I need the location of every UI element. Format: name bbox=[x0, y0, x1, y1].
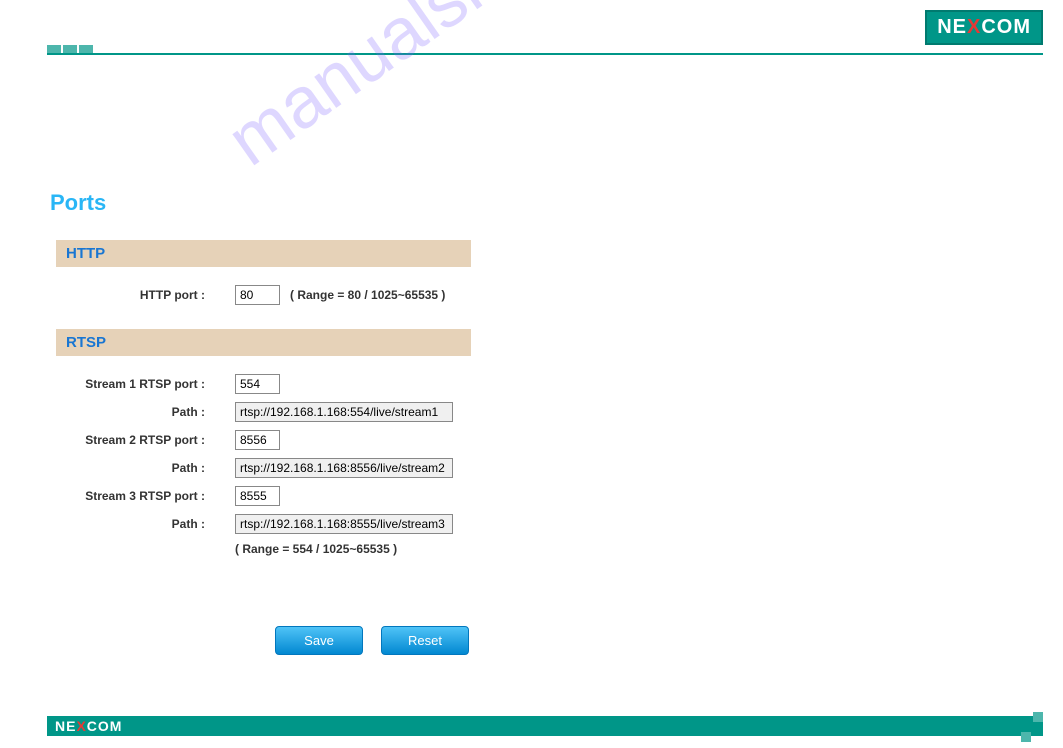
brand-logo: NEXCOM bbox=[925, 10, 1043, 45]
http-port-input[interactable] bbox=[235, 285, 280, 305]
http-section-header: HTTP bbox=[56, 240, 471, 267]
page-footer: NEXCOM bbox=[47, 716, 1043, 736]
page-title: Ports bbox=[50, 190, 1013, 216]
stream1-port-row: Stream 1 RTSP port : bbox=[60, 374, 1013, 394]
stream3-path-input[interactable] bbox=[235, 514, 453, 534]
stream2-path-row: Path : bbox=[60, 458, 1013, 478]
http-port-row: HTTP port : ( Range = 80 / 1025~65535 ) bbox=[60, 285, 1013, 305]
stream3-port-row: Stream 3 RTSP port : bbox=[60, 486, 1013, 506]
reset-button[interactable]: Reset bbox=[381, 626, 469, 655]
stream2-port-label: Stream 2 RTSP port : bbox=[60, 433, 235, 447]
save-button[interactable]: Save bbox=[275, 626, 363, 655]
content-area: Ports HTTP HTTP port : ( Range = 80 / 10… bbox=[0, 50, 1063, 655]
stream1-path-row: Path : bbox=[60, 402, 1013, 422]
stream2-path-label: Path : bbox=[60, 461, 235, 475]
footer-brand-x: X bbox=[76, 718, 86, 734]
page-header: NEXCOM bbox=[0, 0, 1063, 50]
footer-brand-text-1: NE bbox=[55, 718, 76, 734]
stream1-port-label: Stream 1 RTSP port : bbox=[60, 377, 235, 391]
rtsp-range-hint: ( Range = 554 / 1025~65535 ) bbox=[235, 542, 1013, 556]
http-port-hint: ( Range = 80 / 1025~65535 ) bbox=[290, 288, 445, 302]
stream2-path-input[interactable] bbox=[235, 458, 453, 478]
footer-accent-2 bbox=[1021, 732, 1031, 742]
stream3-port-label: Stream 3 RTSP port : bbox=[60, 489, 235, 503]
stream2-port-row: Stream 2 RTSP port : bbox=[60, 430, 1013, 450]
brand-text-1: NE bbox=[937, 16, 967, 38]
footer-accent-1 bbox=[1033, 712, 1043, 722]
footer-brand-text-2: COM bbox=[87, 718, 123, 734]
stream1-port-input[interactable] bbox=[235, 374, 280, 394]
http-port-label: HTTP port : bbox=[60, 288, 235, 302]
stream3-path-label: Path : bbox=[60, 517, 235, 531]
footer-brand-logo: NEXCOM bbox=[55, 718, 122, 734]
brand-text-2: COM bbox=[981, 16, 1031, 38]
rtsp-section-header: RTSP bbox=[56, 329, 471, 356]
stream2-port-input[interactable] bbox=[235, 430, 280, 450]
stream1-path-label: Path : bbox=[60, 405, 235, 419]
stream3-path-row: Path : bbox=[60, 514, 1013, 534]
stream3-port-input[interactable] bbox=[235, 486, 280, 506]
stream1-path-input[interactable] bbox=[235, 402, 453, 422]
button-row: Save Reset bbox=[275, 626, 1013, 655]
brand-x: X bbox=[967, 16, 981, 38]
